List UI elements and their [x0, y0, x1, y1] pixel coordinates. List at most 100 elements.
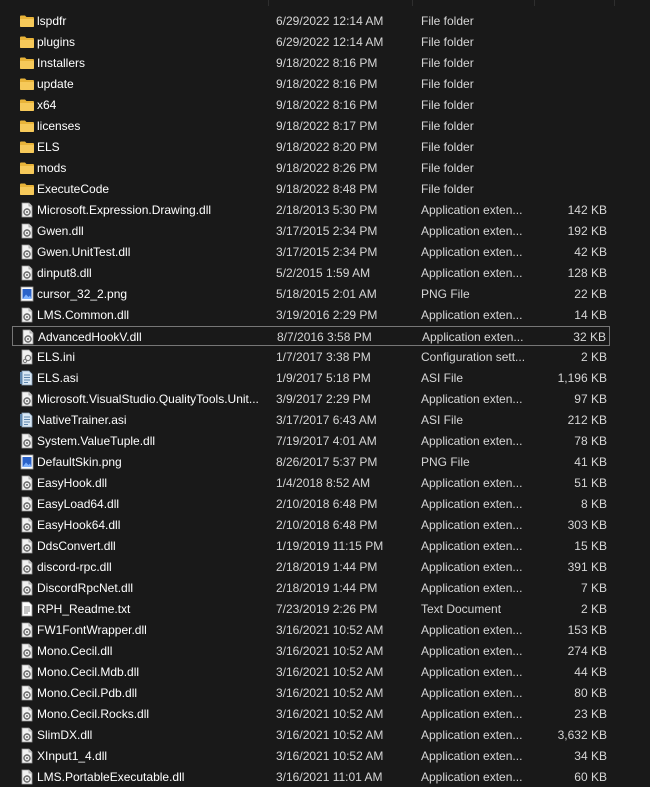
asi-icon — [19, 370, 35, 386]
file-row[interactable]: Mono.Cecil.dll 3/16/2021 10:52 AM Applicat… — [12, 641, 610, 661]
file-date-modified: 2/18/2019 1:44 PM — [276, 581, 378, 595]
dll-icon — [19, 664, 35, 680]
file-row[interactable]: DdsConvert.dll 1/19/2019 11:15 PM Applicat… — [12, 536, 610, 556]
file-row[interactable]: DefaultSkin.png 8/26/2017 5:37 PM PNG File… — [12, 452, 610, 472]
column-divider[interactable] — [614, 0, 615, 6]
file-row[interactable]: FW1FontWrapper.dll 3/16/2021 10:52 AM Appl… — [12, 620, 610, 640]
file-row[interactable]: Microsoft.Expression.Drawing.dll 2/18/201… — [12, 200, 610, 220]
file-row[interactable]: ELS.asi 1/9/2017 5:18 PM ASI File 1,196 KB — [12, 368, 610, 388]
file-row[interactable]: AdvancedHookV.dll 8/7/2016 3:58 PM Applica… — [12, 326, 610, 346]
file-name: RPH_Readme.txt — [37, 602, 131, 616]
file-row[interactable]: Mono.Cecil.Rocks.dll 3/16/2021 10:52 AM Ap… — [12, 704, 610, 724]
folder-icon — [19, 13, 35, 29]
file-date-modified: 6/29/2022 12:14 AM — [276, 14, 384, 28]
file-size: 142 KB — [567, 203, 607, 217]
file-name: Mono.Cecil.dll — [37, 644, 113, 658]
folder-row[interactable]: plugins 6/29/2022 12:14 AM File folder — [12, 32, 610, 52]
file-type: Application exten... — [421, 749, 523, 763]
file-type: Configuration sett... — [421, 350, 526, 364]
file-size: 2 KB — [580, 350, 607, 364]
asi-icon — [19, 412, 35, 428]
file-row[interactable]: EasyHook64.dll 2/10/2018 6:48 PM Applicati… — [12, 515, 610, 535]
dll-icon — [19, 223, 35, 239]
file-size: 8 KB — [580, 497, 607, 511]
file-row[interactable]: Microsoft.VisualStudio.QualityTools.Unit… — [12, 389, 610, 409]
file-row[interactable]: discord-rpc.dll 2/18/2019 1:44 PM Applicat… — [12, 557, 610, 577]
file-row[interactable]: SlimDX.dll 3/16/2021 10:52 AM Application … — [12, 725, 610, 745]
dll-icon — [19, 706, 35, 722]
column-divider[interactable] — [412, 0, 413, 6]
file-row[interactable]: LMS.Common.dll 3/19/2016 2:29 PM Applicati… — [12, 305, 610, 325]
file-date-modified: 3/17/2015 2:34 PM — [276, 245, 378, 259]
png-icon — [19, 454, 35, 470]
file-row[interactable]: Mono.Cecil.Pdb.dll 3/16/2021 10:52 AM Appl… — [12, 683, 610, 703]
file-type: Application exten... — [421, 665, 523, 679]
file-row[interactable]: cursor_32_2.png 5/18/2015 2:01 AM PNG File… — [12, 284, 610, 304]
folder-row[interactable]: x64 9/18/2022 8:16 PM File folder — [12, 95, 610, 115]
folder-row[interactable]: ExecuteCode 9/18/2022 8:48 PM File folder — [12, 179, 610, 199]
file-size: 15 KB — [574, 539, 607, 553]
file-row[interactable]: DiscordRpcNet.dll 2/18/2019 1:44 PM Applic… — [12, 578, 610, 598]
file-size: 23 KB — [574, 707, 607, 721]
folder-row[interactable]: mods 9/18/2022 8:26 PM File folder — [12, 158, 610, 178]
file-row[interactable]: LMS.PortableExecutable.dll 3/16/2021 11:0… — [12, 767, 610, 787]
file-size: 274 KB — [567, 644, 607, 658]
file-date-modified: 9/18/2022 8:26 PM — [276, 161, 378, 175]
file-type: File folder — [421, 35, 474, 49]
folder-row[interactable]: update 9/18/2022 8:16 PM File folder — [12, 74, 610, 94]
folder-icon — [19, 139, 35, 155]
file-name: Installers — [37, 56, 86, 70]
column-divider[interactable] — [534, 0, 535, 6]
file-row[interactable]: EasyLoad64.dll 2/10/2018 6:48 PM Applicati… — [12, 494, 610, 514]
folder-row[interactable]: licenses 9/18/2022 8:17 PM File folder — [12, 116, 610, 136]
file-name: System.ValueTuple.dll — [37, 434, 156, 448]
file-row[interactable]: dinput8.dll 5/2/2015 1:59 AM Application e… — [12, 263, 610, 283]
file-name: licenses — [37, 119, 81, 133]
dll-icon — [19, 748, 35, 764]
file-size: 34 KB — [574, 749, 607, 763]
file-date-modified: 9/18/2022 8:16 PM — [276, 98, 378, 112]
file-row[interactable]: Gwen.dll 3/17/2015 2:34 PM Application ext… — [12, 221, 610, 241]
file-size: 51 KB — [574, 476, 607, 490]
file-name: LMS.PortableExecutable.dll — [37, 770, 185, 784]
dll-icon — [19, 769, 35, 785]
folder-icon — [19, 97, 35, 113]
file-size: 1,196 KB — [557, 371, 607, 385]
file-row[interactable]: Mono.Cecil.Mdb.dll 3/16/2021 10:52 AM Appl… — [12, 662, 610, 682]
file-size: 3,632 KB — [557, 728, 607, 742]
file-type: Application exten... — [421, 770, 523, 784]
file-type: File folder — [421, 161, 474, 175]
file-size: 7 KB — [580, 581, 607, 595]
column-divider[interactable] — [268, 0, 269, 6]
folder-icon — [19, 34, 35, 50]
folder-icon — [19, 160, 35, 176]
file-date-modified: 9/18/2022 8:48 PM — [276, 182, 378, 196]
ini-icon — [19, 349, 35, 365]
file-row[interactable]: EasyHook.dll 1/4/2018 8:52 AM Application … — [12, 473, 610, 493]
dll-icon — [19, 538, 35, 554]
file-row[interactable]: Gwen.UnitTest.dll 3/17/2015 2:34 PM Applic… — [12, 242, 610, 262]
file-row[interactable]: NativeTrainer.asi 3/17/2017 6:43 AM ASI Fi… — [12, 410, 610, 430]
file-name: cursor_32_2.png — [37, 287, 128, 301]
file-row[interactable]: RPH_Readme.txt 7/23/2019 2:26 PM Text Docu… — [12, 599, 610, 619]
folder-icon — [19, 118, 35, 134]
folder-icon — [19, 55, 35, 71]
folder-row[interactable]: ELS 9/18/2022 8:20 PM File folder — [12, 137, 610, 157]
folder-row[interactable]: Installers 9/18/2022 8:16 PM File folder — [12, 53, 610, 73]
file-name: ExecuteCode — [37, 182, 110, 196]
file-date-modified: 3/16/2021 10:52 AM — [276, 707, 384, 721]
dll-icon — [19, 685, 35, 701]
folder-row[interactable]: lspdfr 6/29/2022 12:14 AM File folder — [12, 11, 610, 31]
file-row[interactable]: ELS.ini 1/7/2017 3:38 PM Configuration set… — [12, 347, 610, 367]
file-type: Application exten... — [421, 308, 523, 322]
file-date-modified: 3/17/2017 6:43 AM — [276, 413, 377, 427]
file-row[interactable]: System.ValueTuple.dll 7/19/2017 4:01 AM Ap… — [12, 431, 610, 451]
file-name: Gwen.dll — [37, 224, 84, 238]
file-type: Application exten... — [421, 623, 523, 637]
file-row[interactable]: XInput1_4.dll 3/16/2021 10:52 AM Applicati… — [12, 746, 610, 766]
file-list: lspdfr 6/29/2022 12:14 AM File folder plugi… — [0, 0, 650, 787]
dll-icon — [19, 643, 35, 659]
file-size: 97 KB — [574, 392, 607, 406]
file-date-modified: 1/9/2017 5:18 PM — [276, 371, 371, 385]
dll-icon — [19, 202, 35, 218]
